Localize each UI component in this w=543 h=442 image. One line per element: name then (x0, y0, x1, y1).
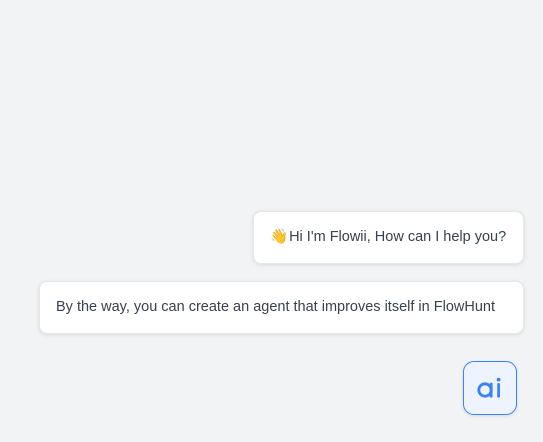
promo-message-bubble[interactable]: By the way, you can create an agent that… (39, 281, 524, 334)
chat-launcher-button[interactable] (463, 361, 517, 415)
greeting-message-bubble[interactable]: 👋Hi I'm Flowii, How can I help you? (253, 211, 524, 264)
greeting-message-text: Hi I'm Flowii, How can I help you? (289, 229, 507, 245)
waving-hand-icon: 👋 (270, 229, 289, 245)
ai-logo-icon (477, 377, 501, 398)
promo-message-text: By the way, you can create an agent that… (56, 299, 495, 315)
